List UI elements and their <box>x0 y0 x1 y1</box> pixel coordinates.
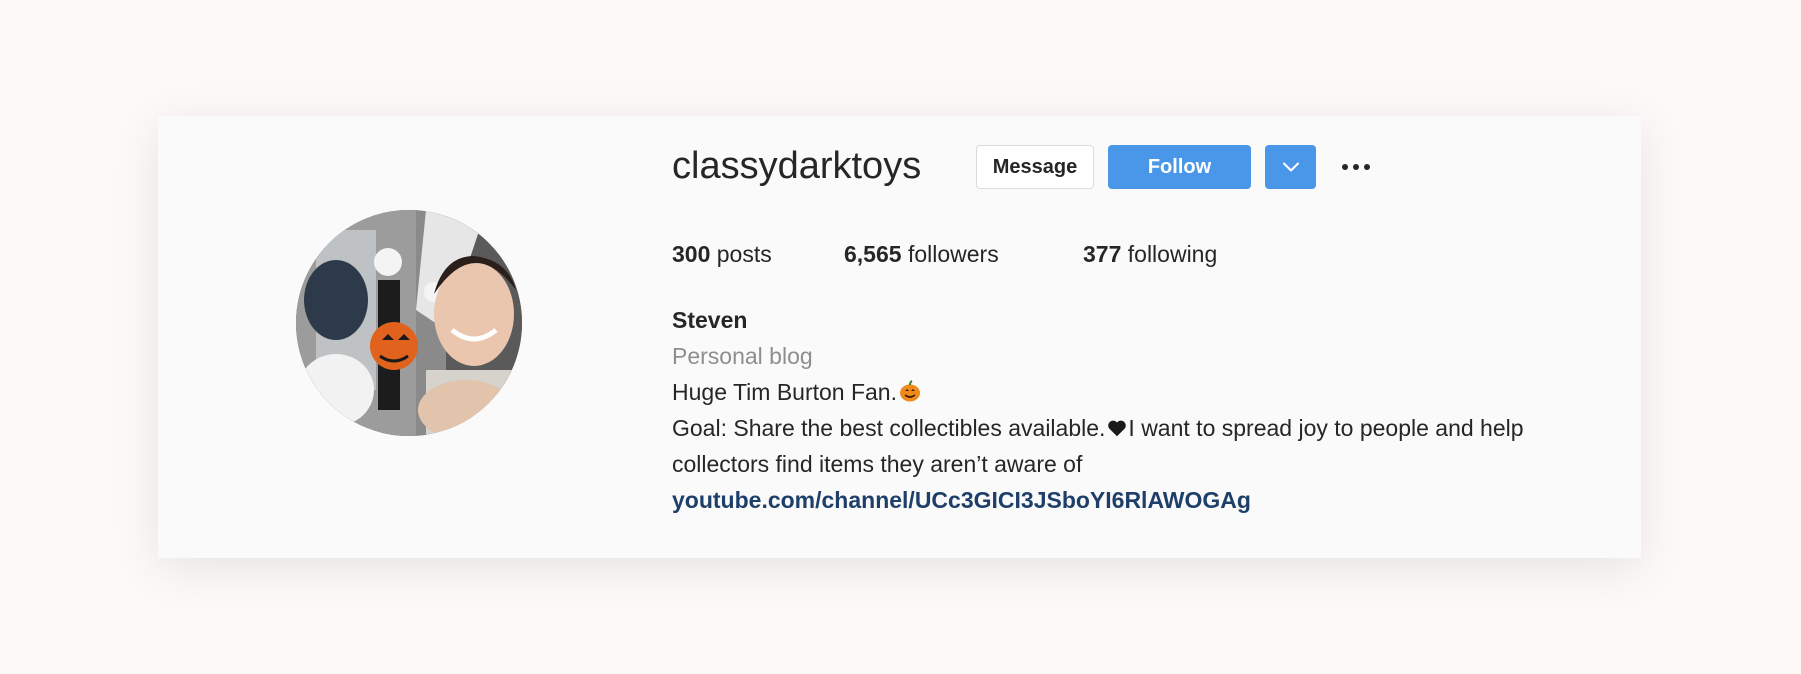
following-stat[interactable]: 377 following <box>1083 240 1217 268</box>
posts-label: posts <box>716 241 772 267</box>
bio-line-1: Huge Tim Burton Fan. <box>672 374 1632 410</box>
suggested-dropdown-button[interactable] <box>1265 145 1316 189</box>
username: classydarktoys <box>672 145 922 187</box>
message-button[interactable]: Message <box>976 145 1094 189</box>
avatar[interactable] <box>296 210 522 436</box>
follow-button[interactable]: Follow <box>1108 145 1251 189</box>
more-horizontal-icon <box>1342 164 1370 170</box>
bio-text-1: Huge Tim Burton Fan. <box>672 379 897 405</box>
following-label: following <box>1127 241 1218 267</box>
more-options-button[interactable] <box>1338 145 1374 189</box>
following-count: 377 <box>1083 241 1122 267</box>
followers-stat[interactable]: 6,565 followers <box>844 240 999 268</box>
bio-line-2: Goal: Share the best collectibles availa… <box>672 410 1632 446</box>
bio-text-2a: Goal: Share the best collectibles availa… <box>672 415 1106 441</box>
bio-text-2b: I want to spread joy to people and help <box>1128 415 1524 441</box>
bio-line-3: collectors find items they aren’t aware … <box>672 451 1083 477</box>
avatar-photo <box>296 210 522 436</box>
profile-bio: Steven Personal blog Huge Tim Burton Fan… <box>672 302 1632 518</box>
chevron-down-icon <box>1282 162 1299 172</box>
account-category: Personal blog <box>672 343 813 369</box>
followers-count: 6,565 <box>844 241 902 267</box>
posts-count: 300 <box>672 241 711 267</box>
jack-o-lantern-icon <box>898 377 922 413</box>
full-name: Steven <box>672 307 748 333</box>
followers-label: followers <box>907 241 999 267</box>
black-heart-icon <box>1106 413 1128 449</box>
profile-header-card: classydarktoys Message Follow 300 posts … <box>158 116 1641 558</box>
posts-stat[interactable]: 300 posts <box>672 240 772 268</box>
profile-stats: 300 posts 6,565 followers 377 following <box>672 240 1472 268</box>
external-link[interactable]: youtube.com/channel/UCc3GICI3JSboYI6RlAW… <box>672 482 1632 518</box>
